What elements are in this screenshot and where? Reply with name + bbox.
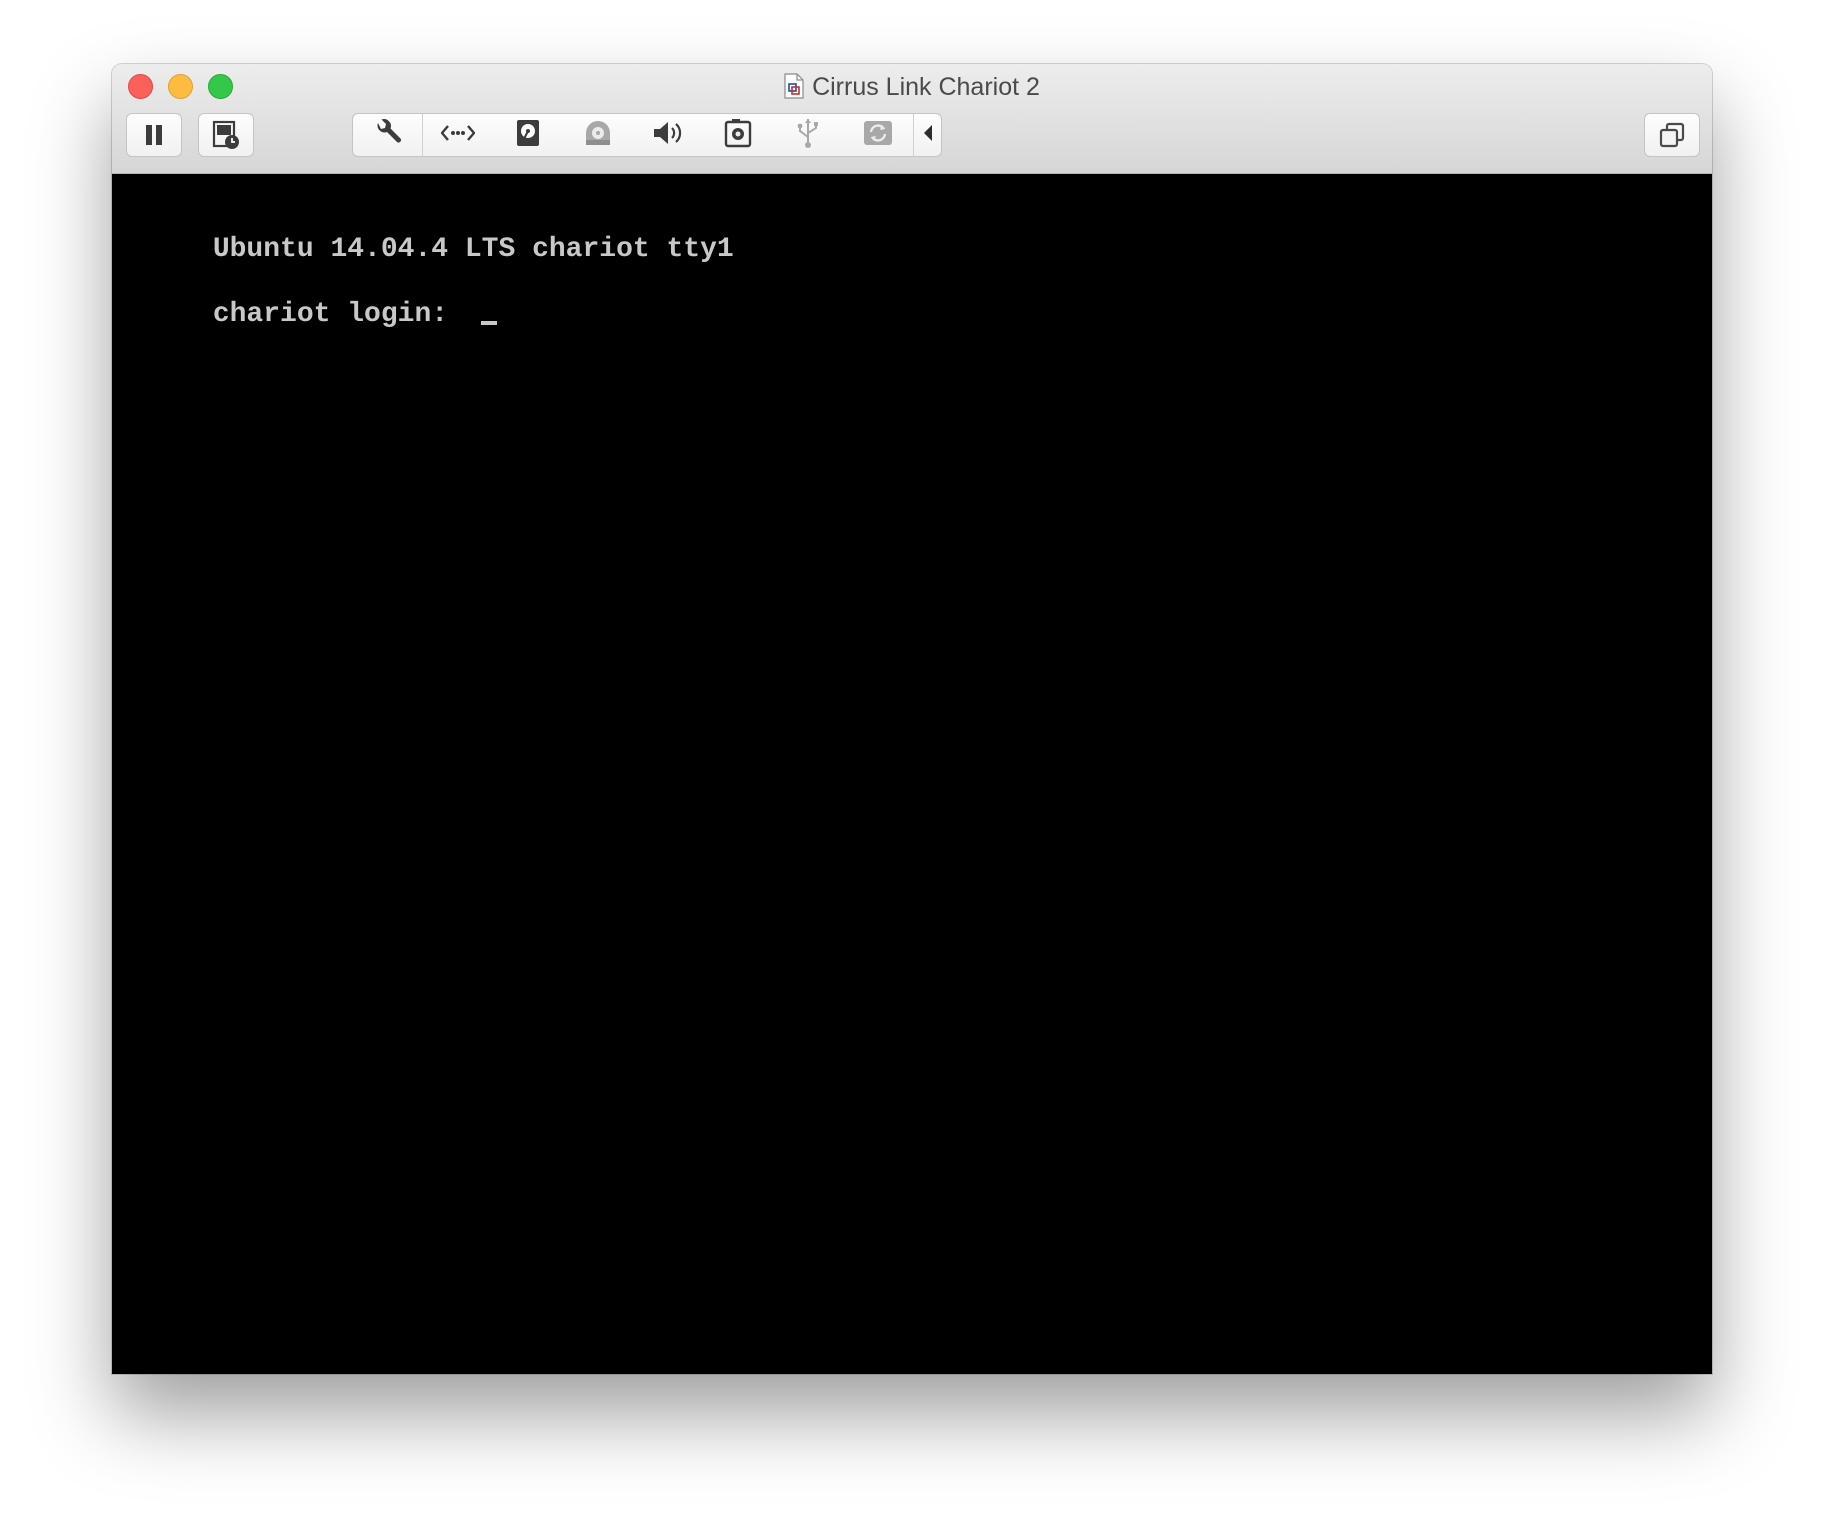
network-icon xyxy=(440,123,476,148)
windows-icon xyxy=(1658,121,1686,149)
settings-button[interactable] xyxy=(353,114,423,156)
camera-icon xyxy=(724,118,752,153)
pause-icon xyxy=(143,123,165,147)
collapse-button[interactable] xyxy=(913,114,941,156)
hard-disk-icon xyxy=(515,118,541,153)
hard-disk-button[interactable] xyxy=(493,114,563,156)
window-title-text: Cirrus Link Chariot 2 xyxy=(812,73,1040,101)
device-toolbar xyxy=(352,113,942,157)
vm-window: Cirrus Link Chariot 2 Ubuntu 14.04.4 LTS… xyxy=(112,64,1712,1374)
chevron-left-icon xyxy=(922,124,934,147)
vm-document-icon xyxy=(784,73,804,108)
vm-console-screen[interactable]: Ubuntu 14.04.4 LTS chariot tty1 chariot … xyxy=(112,174,1712,1374)
login-prompt-text: chariot login: xyxy=(212,299,465,330)
pause-button[interactable] xyxy=(126,113,182,157)
network-button[interactable] xyxy=(423,114,493,156)
sound-button[interactable] xyxy=(633,114,703,156)
text-cursor xyxy=(480,321,497,325)
cd-dvd-icon xyxy=(582,119,614,152)
shared-folders-button[interactable] xyxy=(843,114,913,156)
unity-view-button[interactable] xyxy=(1644,113,1700,157)
sync-icon xyxy=(863,119,893,152)
wrench-icon xyxy=(373,118,403,153)
camera-button[interactable] xyxy=(703,114,773,156)
speaker-icon xyxy=(652,119,684,152)
window-title: Cirrus Link Chariot 2 xyxy=(112,70,1712,108)
cd-dvd-button[interactable] xyxy=(563,114,633,156)
usb-button[interactable] xyxy=(773,114,843,156)
console-banner-text: Ubuntu 14.04.4 LTS chariot tty1 xyxy=(212,234,734,265)
snapshot-button[interactable] xyxy=(198,113,254,157)
title-bar[interactable]: Cirrus Link Chariot 2 xyxy=(112,64,1712,174)
console-login-prompt[interactable]: chariot login: xyxy=(112,267,497,363)
snapshot-icon xyxy=(212,120,240,150)
usb-icon xyxy=(795,117,821,154)
